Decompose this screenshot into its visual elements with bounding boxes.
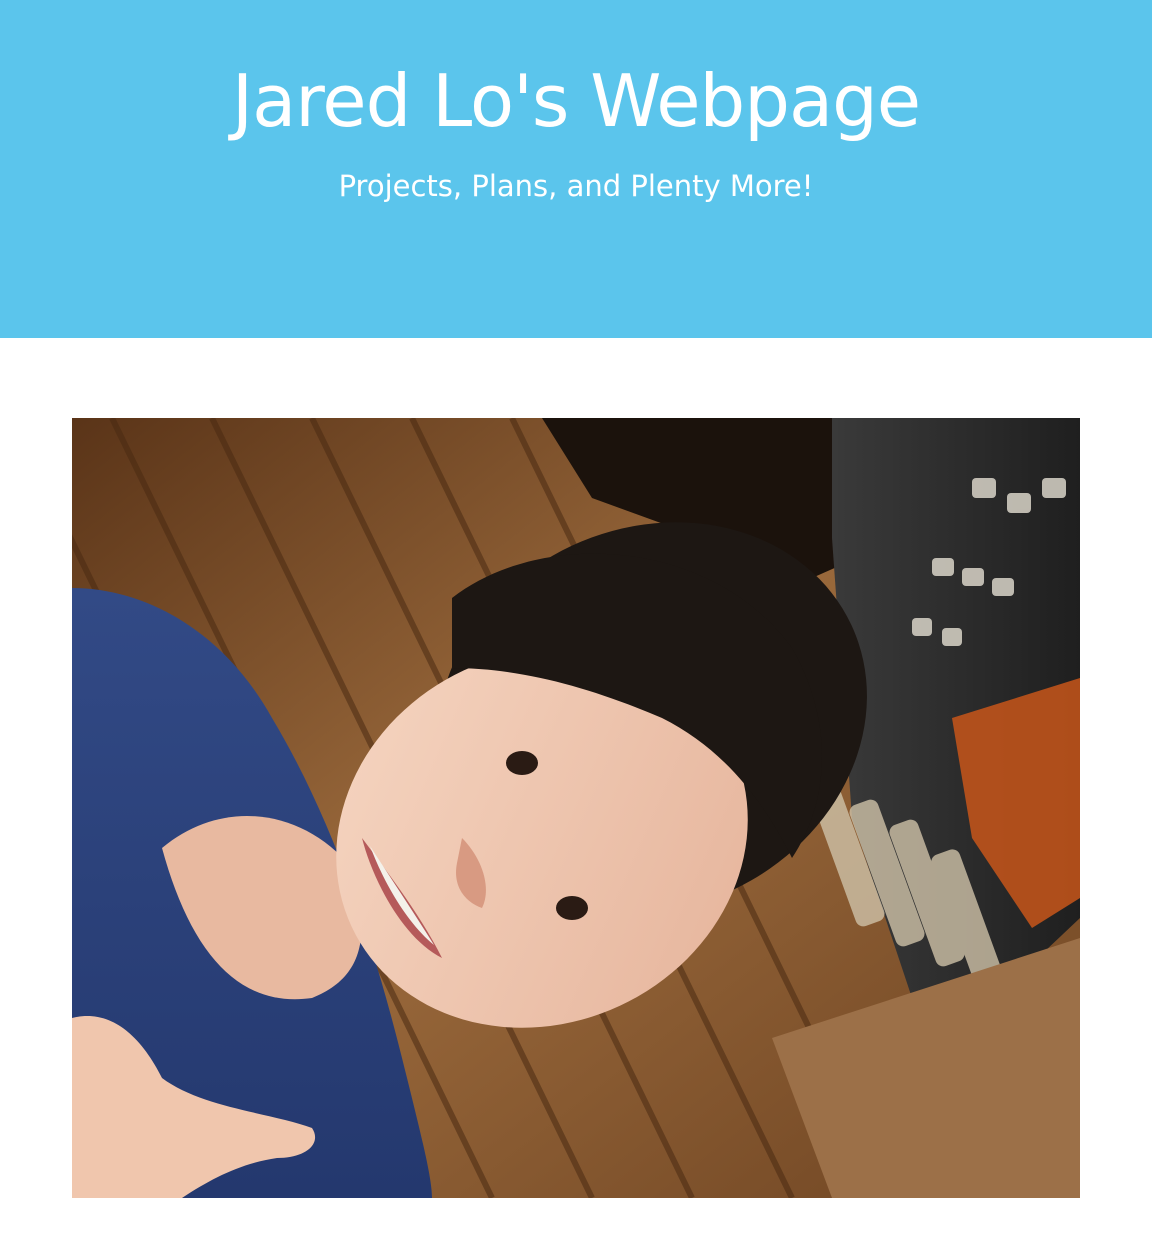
- site-header: Jared Lo's Webpage Projects, Plans, and …: [0, 0, 1152, 338]
- site-subtitle: Projects, Plans, and Plenty More!: [338, 169, 814, 203]
- profile-photo: [72, 418, 1080, 1198]
- site-title: Jared Lo's Webpage: [231, 59, 921, 143]
- profile-photo-image: [72, 418, 1080, 1198]
